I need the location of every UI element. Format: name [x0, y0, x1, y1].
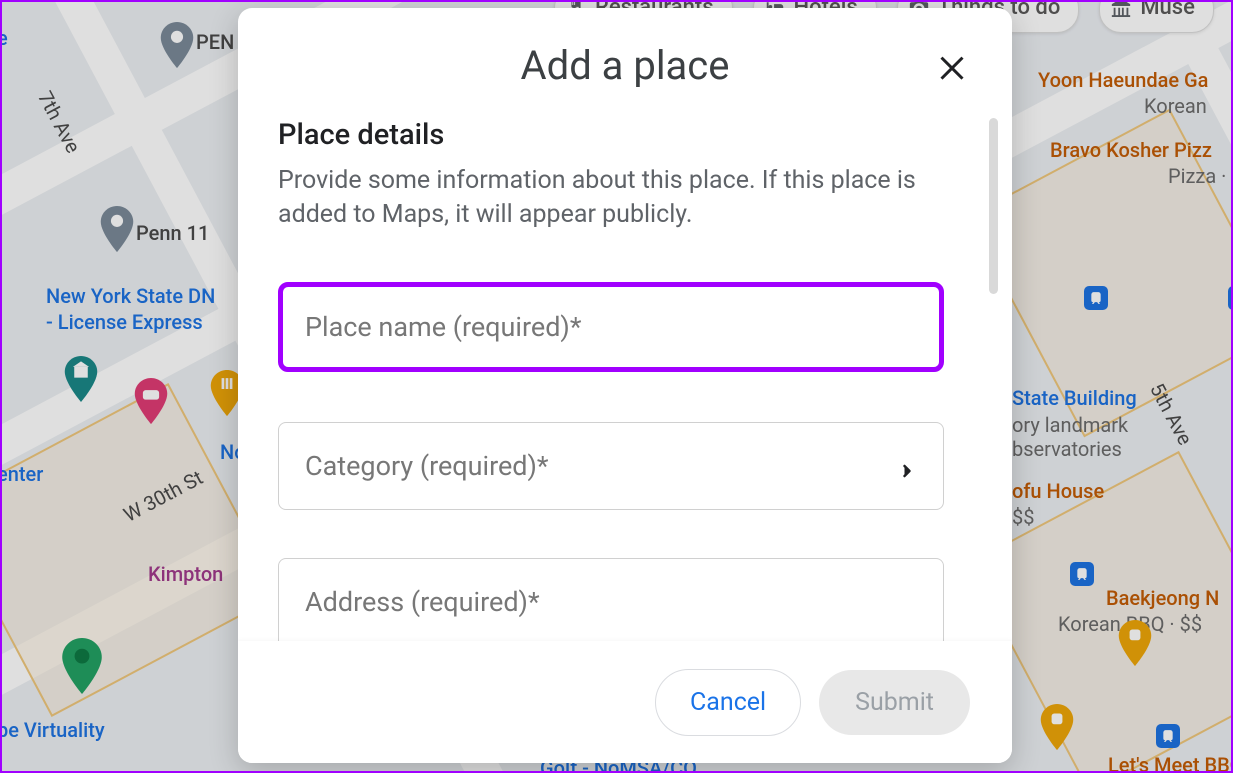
transit-icon: [1156, 724, 1180, 748]
transit-icon: [1228, 286, 1233, 310]
submit-button[interactable]: Submit: [819, 670, 970, 735]
place-name-input[interactable]: [305, 311, 917, 343]
address-field[interactable]: Address (required)*: [278, 558, 944, 642]
map-poi-sublabel: Pizza · $: [1168, 164, 1233, 188]
close-icon: [934, 73, 970, 88]
map-poi-label: PEN: [196, 30, 234, 54]
map-poi-label: Yoon Haeundae Ga: [1038, 68, 1208, 92]
map-poi-sublabel: Korean: [1144, 94, 1207, 118]
map-poi-label: State Building: [1012, 386, 1137, 410]
map-poi-label: New York State DN: [46, 284, 215, 308]
address-placeholder: Address (required)*: [305, 586, 540, 618]
section-description: Provide some information about this plac…: [278, 164, 918, 232]
chip-label: Muse: [1140, 0, 1195, 20]
transit-icon: [1084, 286, 1108, 310]
map-poi-label: - License Express: [46, 310, 203, 334]
museum-icon: [1110, 0, 1132, 18]
map-poi-sublabel: ory landmark: [1012, 413, 1128, 437]
map-pin-icon: [62, 638, 102, 694]
map-road-label: 5th Ave: [1145, 379, 1197, 449]
map-poi-label: Penn 11: [136, 221, 209, 245]
category-field[interactable]: Category (required)*: [278, 422, 944, 510]
map-road-label: W 30th St: [119, 465, 206, 527]
map-pin-icon: [100, 206, 134, 252]
close-button[interactable]: [934, 48, 970, 84]
map-pin-hotel-icon: [134, 378, 168, 424]
map-poi-label: Let's Meet BBQ: [1108, 753, 1233, 773]
modal-title: Add a place: [238, 42, 1012, 89]
cancel-button[interactable]: Cancel: [655, 669, 801, 736]
map-poi-label: ofu House: [1012, 479, 1104, 503]
modal-scroll-area[interactable]: Place details Provide some information a…: [238, 112, 1008, 641]
section-title: Place details: [278, 118, 962, 152]
map-pin-food-icon: [1040, 704, 1074, 750]
map-poi-label: pe Virtuality: [0, 718, 105, 742]
place-name-field[interactable]: [278, 282, 944, 372]
map-road-label: 7th Ave: [33, 87, 85, 157]
map-poi-label: Bravo Kosher Pizz: [1050, 138, 1212, 162]
map-pin-food-icon: [1118, 620, 1152, 666]
map-poi-label: e: [0, 26, 8, 50]
map-poi-sublabel: $$: [1012, 505, 1034, 529]
modal-footer: Cancel Submit: [238, 641, 1012, 763]
scrollbar-thumb[interactable]: [989, 118, 998, 294]
map-poi-sublabel: bservatories: [1012, 437, 1122, 461]
map-poi-label: Baekjeong N: [1106, 586, 1219, 610]
transit-icon: [1070, 562, 1094, 586]
chip-museums[interactable]: Muse: [1099, 0, 1214, 33]
add-place-modal: Add a place Place details Provide some i…: [238, 8, 1012, 763]
map-poi-sublabel: Korean BBQ · $$: [1058, 612, 1202, 636]
map-poi-label: enter: [0, 462, 43, 486]
chevron-right-icon: [897, 456, 917, 476]
map-poi-label: Kimpton: [148, 562, 223, 586]
map-pin-icon: [160, 22, 194, 68]
map-pin-museum-icon: [64, 356, 98, 402]
category-placeholder: Category (required)*: [305, 450, 549, 482]
